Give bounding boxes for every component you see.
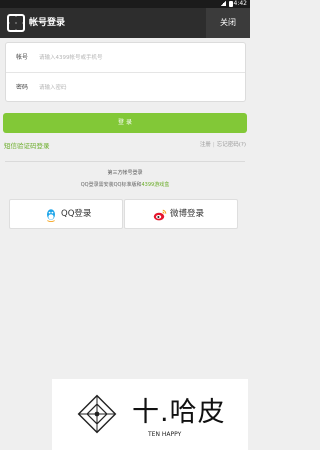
account-links: 注册 | 忘记密码(?) (200, 140, 246, 148)
qq-login-label: QQ登录 (61, 209, 92, 219)
status-time: 4:42 (233, 0, 247, 7)
battery-icon (229, 1, 233, 7)
close-button[interactable]: 关闭 (206, 8, 250, 38)
login-form: 帐号 密码 (5, 42, 246, 102)
watermark: 十.哈皮 TEN HAPPY (52, 379, 248, 450)
weibo-icon (153, 209, 167, 221)
game-box-link[interactable]: 4399游戏盒 (142, 182, 170, 188)
forgot-password-link[interactable]: 忘记密码(?) (217, 142, 246, 148)
login-button[interactable]: 登 录 (3, 113, 247, 133)
weibo-login-button[interactable]: 微博登录 (124, 199, 238, 229)
app-logo-icon (7, 14, 25, 32)
watermark-subtitle: TEN HAPPY (148, 431, 182, 438)
account-row: 帐号 (6, 43, 245, 73)
signal-icon (220, 1, 226, 6)
watermark-title: 十.哈皮 (132, 397, 226, 428)
ten-happy-logo-icon (77, 394, 117, 434)
app-bar: 帐号登录 关闭 (0, 8, 250, 38)
third-party-title: 第三方帐号登录 (107, 170, 143, 176)
sms-login-link[interactable]: 短信验证码登录 (4, 140, 50, 150)
weibo-login-label: 微博登录 (170, 209, 205, 219)
status-bar: 4:42 (0, 0, 250, 8)
password-input[interactable] (39, 80, 234, 95)
account-label: 帐号 (16, 54, 29, 61)
link-separator: | (212, 142, 215, 148)
page-title: 帐号登录 (29, 18, 66, 28)
qq-penguin-icon (47, 209, 55, 222)
account-input[interactable] (39, 50, 234, 65)
register-link[interactable]: 注册 (200, 142, 211, 148)
third-party-note: QQ登录需安装QQ标准版和4399游戏盒 (0, 181, 250, 188)
qq-login-button[interactable]: QQ登录 (9, 199, 123, 229)
login-links: 短信验证码登录 注册 | 忘记密码(?) (0, 140, 250, 150)
third-party-note-text: QQ登录需安装QQ标准版和 (80, 182, 142, 188)
divider (5, 161, 245, 162)
password-label: 密码 (16, 84, 29, 91)
password-row: 密码 (6, 73, 245, 102)
